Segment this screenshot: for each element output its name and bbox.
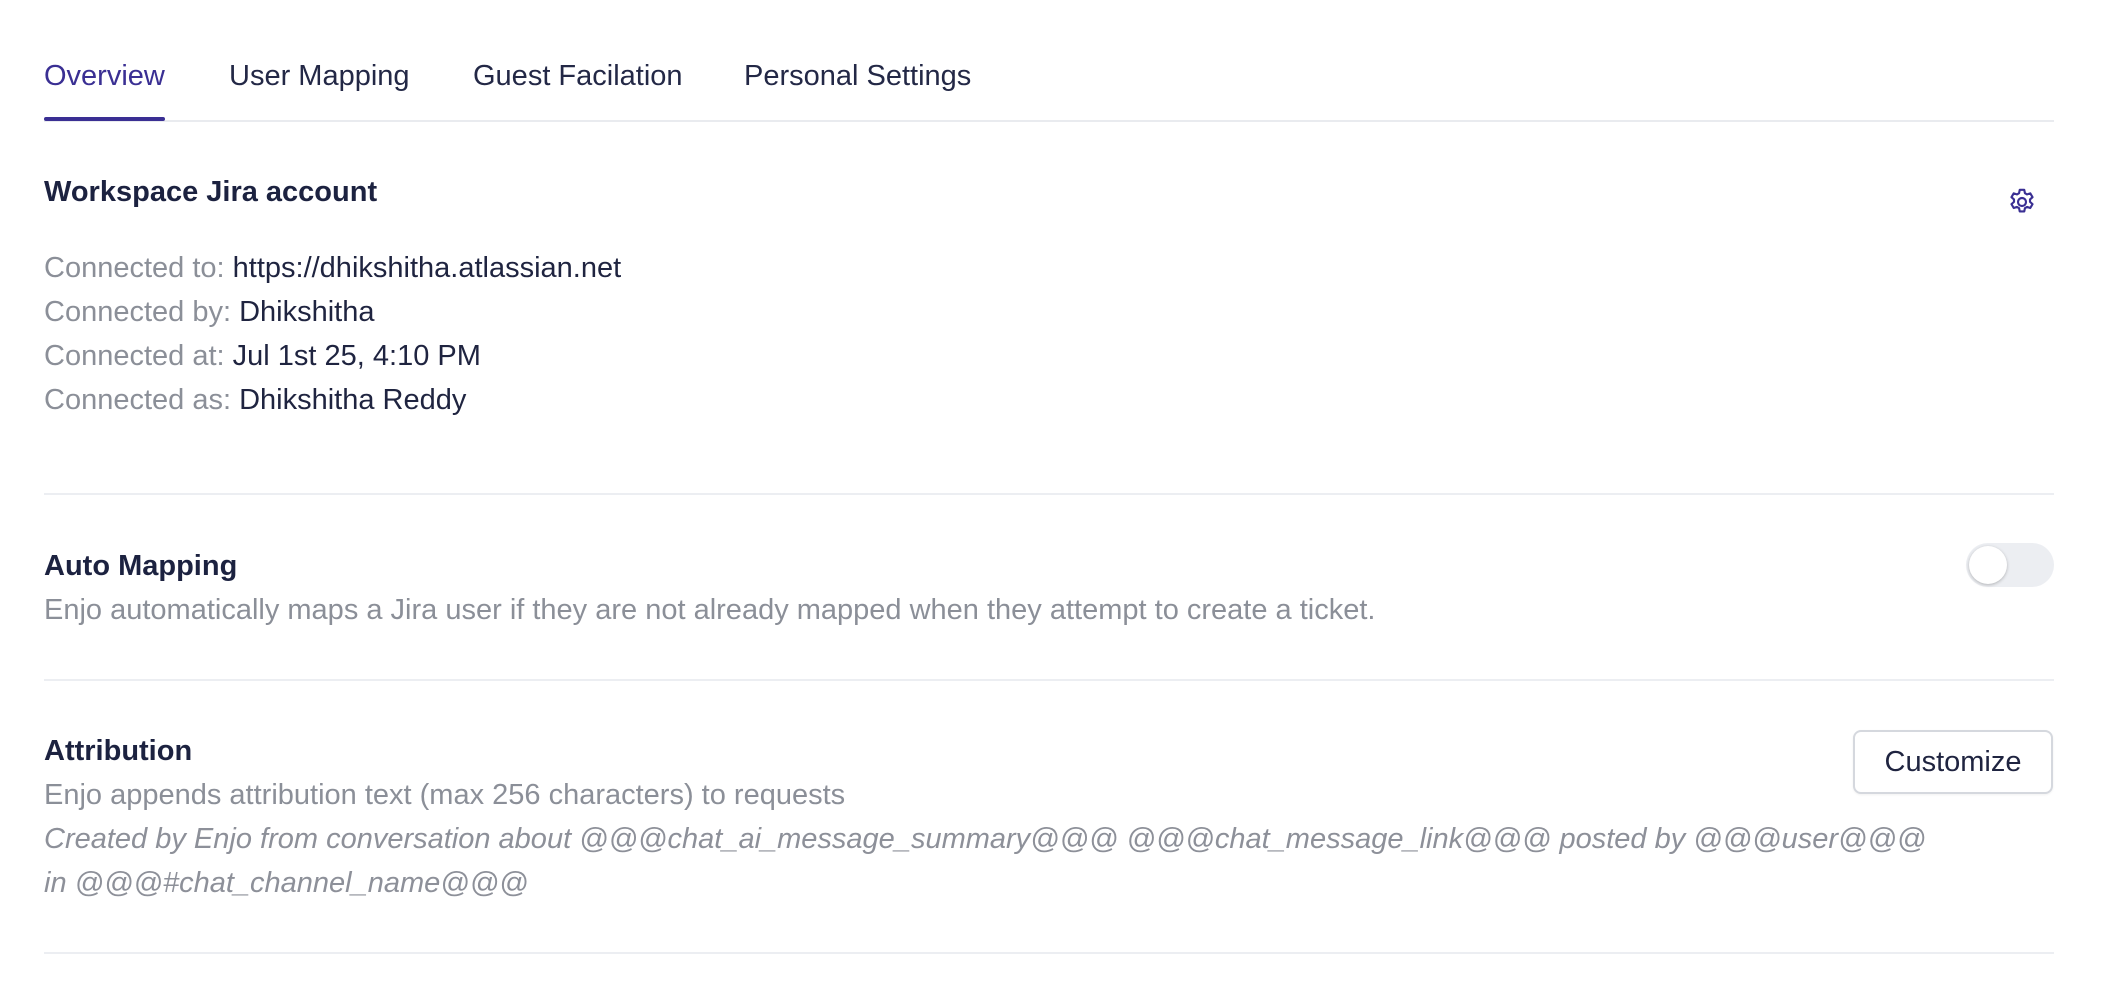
connected-by-value: Dhikshitha xyxy=(239,296,375,328)
gear-icon[interactable] xyxy=(2006,186,2038,218)
workspace-section-title: Workspace Jira account xyxy=(44,176,378,208)
toggle-knob xyxy=(1969,546,2007,584)
connected-to-label: Connected to: xyxy=(44,252,233,284)
customize-button[interactable]: Customize xyxy=(1853,730,2053,794)
auto-mapping-toggle[interactable] xyxy=(1966,543,2054,587)
connected-by-label: Connected by: xyxy=(44,296,240,328)
connected-to-row: Connected to: https://dhikshitha.atlassi… xyxy=(44,248,621,288)
tab-guest-facilation[interactable]: Guest Facilation xyxy=(473,56,683,96)
connected-at-value: Jul 1st 25, 4:10 PM xyxy=(232,340,481,372)
connected-by-row: Connected by: Dhikshitha xyxy=(44,292,374,332)
active-tab-indicator xyxy=(44,117,165,121)
tab-bar: Overview User Mapping Guest Facilation P… xyxy=(44,0,2054,122)
section-divider xyxy=(44,679,2054,681)
connected-at-row: Connected at: Jul 1st 25, 4:10 PM xyxy=(44,336,481,376)
connected-as-row: Connected as: Dhikshitha Reddy xyxy=(44,380,466,420)
attribution-template-line-1: Created by Enjo from conversation about … xyxy=(44,823,1927,855)
section-divider xyxy=(44,493,2054,495)
section-divider xyxy=(44,952,2054,954)
auto-mapping-description: Enjo automatically maps a Jira user if t… xyxy=(44,594,1376,626)
settings-page: Overview User Mapping Guest Facilation P… xyxy=(0,0,2106,1008)
tab-overview[interactable]: Overview xyxy=(44,56,165,96)
connected-as-label: Connected as: xyxy=(44,384,240,416)
connected-as-value: Dhikshitha Reddy xyxy=(239,384,467,416)
connected-to-value: https://dhikshitha.atlassian.net xyxy=(232,252,622,284)
attribution-title: Attribution xyxy=(44,735,193,767)
attribution-description: Enjo appends attribution text (max 256 c… xyxy=(44,779,846,811)
tab-user-mapping[interactable]: User Mapping xyxy=(229,56,410,96)
connected-at-label: Connected at: xyxy=(44,340,233,372)
auto-mapping-title: Auto Mapping xyxy=(44,550,238,582)
tab-personal-settings[interactable]: Personal Settings xyxy=(744,56,971,96)
attribution-template-line-2: in @@@#chat_channel_name@@@ xyxy=(44,867,529,899)
